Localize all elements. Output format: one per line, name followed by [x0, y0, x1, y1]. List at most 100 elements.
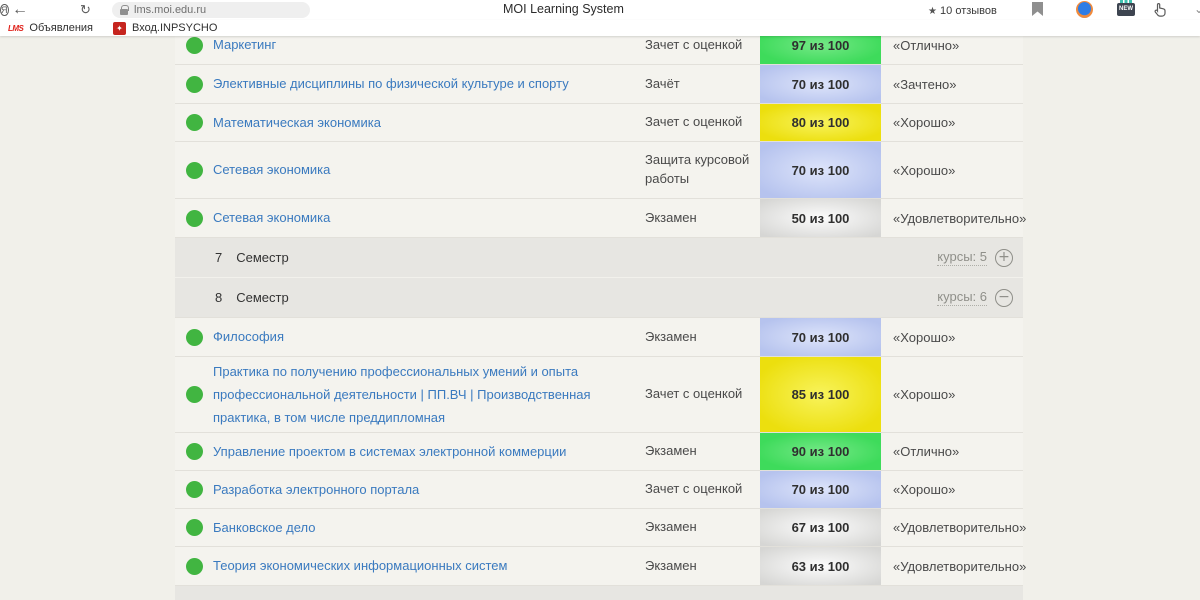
collapse-minus-icon[interactable]: −: [995, 289, 1013, 307]
table-row: Сетевая экономика Защита курсовой работы…: [175, 141, 1023, 198]
status-dot-icon: [186, 558, 203, 575]
status-cell: [175, 509, 213, 546]
score-cell: 80 из 100: [760, 104, 881, 141]
status-cell: [175, 318, 213, 356]
semester-row-partial[interactable]: [175, 585, 1023, 600]
grade-text: «Отлично»: [881, 444, 1023, 459]
course-link[interactable]: Сетевая экономика: [213, 162, 330, 177]
score-cell: 50 из 100: [760, 199, 881, 237]
score-cell: 70 из 100: [760, 65, 881, 103]
extension-icon[interactable]: [1076, 1, 1093, 18]
assessment-type: Экзамен: [645, 557, 760, 576]
grade-text: «Хорошо»: [881, 387, 1023, 402]
status-dot-icon: [186, 519, 203, 536]
assessment-type: Экзамен: [645, 328, 760, 347]
course-link[interactable]: Теория экономических информационных сист…: [213, 558, 507, 573]
score-cell: 63 из 100: [760, 547, 881, 585]
course-link[interactable]: Разработка электронного портала: [213, 482, 419, 497]
address-bar[interactable]: lms.moi.edu.ru: [112, 2, 310, 18]
browser-window: ← Я ↻ lms.moi.edu.ru MOI Learning System…: [0, 0, 1200, 600]
status-cell: [175, 199, 213, 237]
lock-icon: [120, 9, 128, 15]
status-dot-icon: [186, 443, 203, 460]
new-extension-icon[interactable]: NEW: [1117, 3, 1135, 16]
assessment-type: Экзамен: [645, 518, 760, 537]
status-cell: [175, 142, 213, 198]
table-row: Элективные дисциплины по физической куль…: [175, 64, 1023, 103]
bookmark-flag-icon[interactable]: [1032, 2, 1043, 16]
table-row: Банковское дело Экзамен 67 из 100 «Удовл…: [175, 508, 1023, 546]
status-dot-icon: [186, 481, 203, 498]
status-dot-icon: [186, 37, 203, 54]
profile-icon[interactable]: Я: [0, 4, 9, 16]
course-link[interactable]: Элективные дисциплины по физической куль…: [213, 76, 569, 91]
bookmark-label: Вход.INPSYCHO: [132, 22, 217, 34]
course-link[interactable]: Управление проектом в системах электронн…: [213, 444, 566, 459]
grade-text: «Хорошо»: [881, 163, 1023, 178]
status-dot-icon: [186, 386, 203, 403]
status-cell: [175, 471, 213, 508]
semester-label: Семестр: [236, 290, 288, 305]
assessment-type: Экзамен: [645, 442, 760, 461]
status-cell: [175, 547, 213, 585]
status-dot-icon: [186, 114, 203, 131]
grade-text: «Удовлетворительно»: [881, 520, 1026, 535]
course-link[interactable]: Практика по получению профессиональных у…: [213, 364, 591, 425]
courses-count-link[interactable]: курсы: 6: [937, 289, 987, 306]
table-row: Разработка электронного портала Зачет с …: [175, 470, 1023, 508]
assessment-type: Защита курсовой работы: [645, 151, 760, 189]
clipped-toolbar-icon[interactable]: ⌄: [1194, 2, 1200, 16]
star-icon: ★: [928, 6, 937, 17]
semester-label: Семестр: [236, 250, 288, 265]
score-cell: 90 из 100: [760, 433, 881, 470]
bookmark-item-inpsycho[interactable]: ✦ Вход.INPSYCHO: [113, 22, 217, 35]
semester-row-8[interactable]: 8 Семестр курсы: 6 −: [175, 277, 1023, 317]
table-row: Философия Экзамен 70 из 100 «Хорошо»: [175, 317, 1023, 356]
course-link[interactable]: Маркетинг: [213, 37, 276, 52]
grade-text: «Отлично»: [881, 38, 1023, 53]
table-row: Практика по получению профессиональных у…: [175, 356, 1023, 432]
status-cell: [175, 357, 213, 432]
back-icon[interactable]: ←: [12, 1, 28, 19]
course-link[interactable]: Математическая экономика: [213, 115, 381, 130]
bookmark-label: Объявления: [29, 22, 93, 34]
expand-plus-icon[interactable]: +: [995, 249, 1013, 267]
assessment-type: Зачет с оценкой: [645, 385, 760, 404]
grade-text: «Удовлетворительно»: [881, 211, 1026, 226]
assessment-type: Зачет с оценкой: [645, 480, 760, 499]
assessment-type: Зачёт: [645, 75, 760, 94]
score-cell: 70 из 100: [760, 318, 881, 356]
table-row: Управление проектом в системах электронн…: [175, 432, 1023, 470]
grade-text: «Хорошо»: [881, 330, 1023, 345]
grades-table: Маркетинг Зачет с оценкой 97 из 100 «Отл…: [175, 26, 1023, 600]
table-row: Математическая экономика Зачет с оценкой…: [175, 103, 1023, 141]
browser-toolbar: ← Я ↻ lms.moi.edu.ru MOI Learning System…: [0, 0, 1200, 20]
grade-text: «Удовлетворительно»: [881, 559, 1026, 574]
courses-count-link[interactable]: курсы: 5: [937, 249, 987, 266]
table-row: Сетевая экономика Экзамен 50 из 100 «Удо…: [175, 198, 1023, 237]
grade-text: «Хорошо»: [881, 115, 1023, 130]
course-link[interactable]: Философия: [213, 329, 284, 344]
assessment-type: Зачет с оценкой: [645, 113, 760, 132]
course-link[interactable]: Сетевая экономика: [213, 210, 330, 225]
table-row: Теория экономических информационных сист…: [175, 546, 1023, 585]
bookmarks-bar: LMS Объявления ✦ Вход.INPSYCHO: [0, 20, 1200, 36]
course-link[interactable]: Банковское дело: [213, 520, 316, 535]
bookmark-item-announcements[interactable]: LMS Объявления: [8, 22, 93, 34]
semester-number: 7: [215, 250, 222, 265]
score-cell: 70 из 100: [760, 142, 881, 198]
score-cell: 67 из 100: [760, 509, 881, 546]
status-cell: [175, 433, 213, 470]
status-dot-icon: [186, 76, 203, 93]
inpsycho-favicon-icon: ✦: [113, 22, 126, 35]
status-dot-icon: [186, 162, 203, 179]
status-dot-icon: [186, 329, 203, 346]
page-content: Маркетинг Зачет с оценкой 97 из 100 «Отл…: [0, 36, 1200, 600]
status-cell: [175, 65, 213, 103]
grade-text: «Зачтено»: [881, 77, 1023, 92]
score-cell: 85 из 100: [760, 357, 881, 432]
grade-text: «Хорошо»: [881, 482, 1023, 497]
url-text[interactable]: lms.moi.edu.ru: [134, 4, 206, 16]
refresh-icon[interactable]: ↻: [80, 1, 91, 19]
semester-row-7[interactable]: 7 Семестр курсы: 5 +: [175, 237, 1023, 277]
